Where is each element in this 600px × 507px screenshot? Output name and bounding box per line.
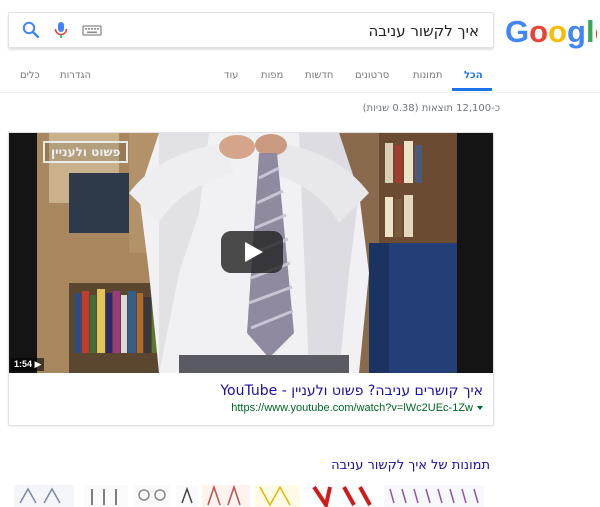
video-watermark: פשוט ולעניין — [43, 141, 129, 163]
search-icon[interactable] — [21, 20, 41, 40]
tab-maps[interactable]: מפות — [261, 70, 283, 81]
search-input[interactable]: איך לקשור עניבה — [368, 22, 479, 40]
image-thumbnails-strip[interactable] — [14, 483, 484, 507]
search-tabs: הכל תמונות סרטונים חדשות מפות עוד הגדרות… — [0, 62, 600, 90]
tab-settings[interactable]: הגדרות — [60, 70, 91, 81]
video-result-card: פשוט ולעניין 1:54 ▶ איך קושרים עניבה? פש… — [8, 132, 494, 426]
header-divider — [0, 92, 600, 93]
result-stats: כ-12,100 תוצאות (0.38 שניות) — [362, 103, 500, 114]
tab-news[interactable]: חדשות — [305, 70, 333, 81]
tab-images[interactable]: תמונות — [413, 70, 442, 81]
url-text: https://www.youtube.com/watch?v=lWc2UEc-… — [231, 402, 473, 414]
play-icon[interactable] — [221, 231, 283, 273]
result-url[interactable]: https://www.youtube.com/watch?v=lWc2UEc-… — [231, 402, 483, 414]
result-title-link[interactable]: איך קושרים עניבה? פשוט ולעניין - YouTube — [220, 383, 483, 399]
keyboard-icon[interactable] — [81, 20, 103, 40]
mic-icon[interactable] — [51, 20, 71, 40]
tab-more[interactable]: עוד — [224, 70, 238, 81]
url-dropdown-icon[interactable] — [477, 406, 483, 411]
video-duration: 1:54 ▶ — [11, 358, 45, 371]
small-play-icon: ▶ — [34, 359, 42, 369]
images-section-heading[interactable]: תמונות של איך לקשור עניבה — [331, 458, 490, 473]
duration-text: 1:54 — [14, 359, 33, 369]
video-thumbnail[interactable]: פשוט ולעניין 1:54 ▶ — [9, 133, 493, 373]
google-logo[interactable]: Google — [505, 14, 597, 50]
tab-tools[interactable]: כלים — [20, 70, 40, 81]
tab-all[interactable]: הכל — [464, 70, 483, 81]
svg-text:Google: Google — [505, 14, 597, 49]
search-box[interactable]: איך לקשור עניבה — [8, 12, 494, 48]
active-tab-indicator — [452, 88, 492, 91]
tab-videos[interactable]: סרטונים — [355, 70, 389, 81]
